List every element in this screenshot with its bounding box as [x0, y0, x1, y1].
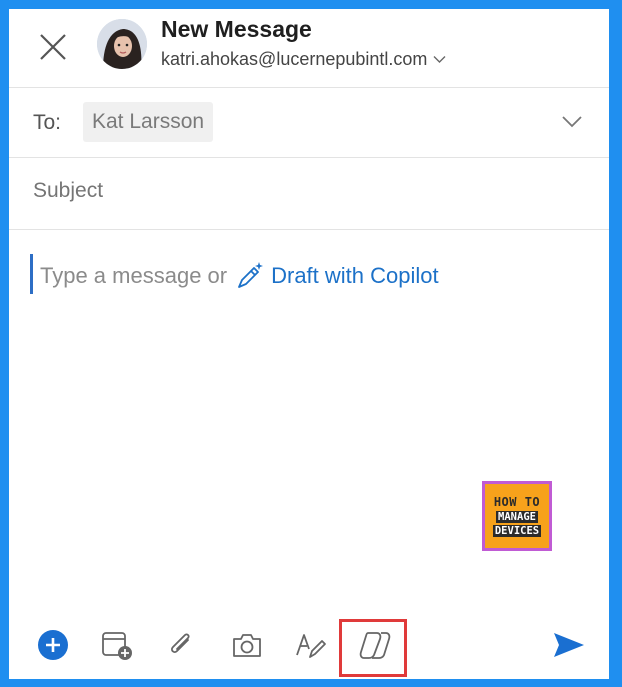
- add-icon: [38, 630, 68, 660]
- close-icon: [40, 34, 66, 60]
- message-placeholder: Type a message or: [40, 263, 228, 288]
- watermark-logo: HOW TO MANAGE DEVICES: [482, 481, 552, 551]
- avatar[interactable]: [97, 19, 147, 69]
- recipient-chip[interactable]: Kat Larsson: [83, 102, 214, 142]
- attach-icon: [171, 633, 190, 653]
- avatar-image: [97, 19, 147, 69]
- subject-input[interactable]: [33, 179, 573, 203]
- page-title: New Message: [161, 16, 312, 42]
- copilot-highlight-box: [339, 619, 407, 677]
- calendar-add-icon: [102, 632, 132, 660]
- message-body[interactable]: Type a message or Draft with Copilot: [40, 261, 439, 291]
- pen-sparkle-icon: [238, 262, 264, 288]
- logo-line-1: HOW TO: [493, 495, 541, 509]
- draft-with-copilot-link[interactable]: Draft with Copilot: [235, 261, 439, 291]
- insert-event-button[interactable]: [97, 625, 137, 665]
- compose-toolbar: [9, 619, 609, 679]
- chevron-down-icon: [562, 116, 582, 128]
- close-button[interactable]: [31, 25, 75, 69]
- logo-line-2: MANAGE: [496, 511, 538, 523]
- sender-selector[interactable]: katri.ahokas@lucernepubintl.com: [161, 49, 446, 70]
- to-label: To:: [33, 111, 62, 134]
- compose-window: New Message katri.ahokas@lucernepubintl.…: [9, 9, 609, 679]
- camera-icon: [233, 634, 261, 657]
- compose-header: New Message katri.ahokas@lucernepubintl.…: [9, 9, 609, 87]
- text-cursor: [30, 254, 33, 294]
- camera-button[interactable]: [227, 625, 267, 665]
- chevron-down-icon: [433, 56, 446, 63]
- header-divider: [9, 87, 609, 88]
- attach-button[interactable]: [161, 625, 201, 665]
- copilot-link-label: Draft with Copilot: [271, 263, 439, 288]
- sender-address: katri.ahokas@lucernepubintl.com: [161, 49, 428, 69]
- logo-line-3: DEVICES: [492, 525, 542, 537]
- expand-recipients-button[interactable]: [561, 115, 583, 133]
- send-button[interactable]: [549, 625, 589, 665]
- recipient-name: Kat Larsson: [92, 110, 205, 133]
- draw-format-button[interactable]: [291, 625, 331, 665]
- add-button[interactable]: [33, 625, 73, 665]
- subject-divider: [9, 229, 609, 230]
- to-divider: [9, 157, 609, 158]
- draw-icon: [296, 634, 326, 658]
- send-icon: [554, 633, 584, 657]
